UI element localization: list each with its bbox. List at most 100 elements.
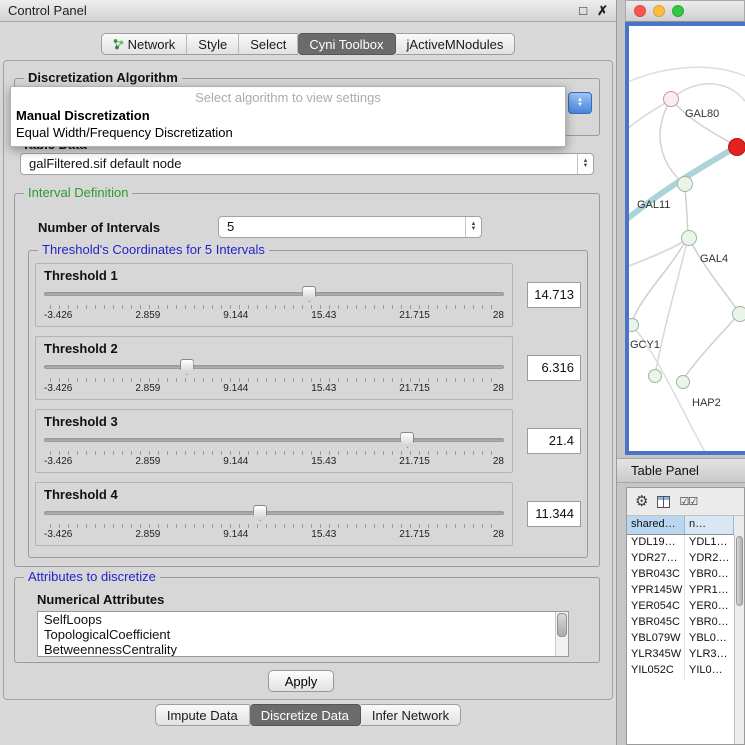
- apply-button[interactable]: Apply: [268, 670, 334, 692]
- table-scrollbar[interactable]: [734, 535, 744, 744]
- network-node[interactable]: [677, 176, 693, 192]
- network-node-label: GAL80: [685, 108, 719, 120]
- attribute-list-item[interactable]: TopologicalCoefficient: [38, 627, 568, 642]
- dropdown-item-manual-discretization[interactable]: Manual Discretization: [11, 107, 565, 124]
- table-panel-header[interactable]: Table Panel: [617, 458, 745, 483]
- slider-scale-label: 15.43: [311, 456, 336, 467]
- column-header-shared[interactable]: shared…: [627, 516, 685, 534]
- column-header-name[interactable]: n…: [685, 516, 734, 534]
- threshold-value-field[interactable]: 6.316: [527, 355, 581, 381]
- dropdown-placeholder: Select algorithm to view settings: [11, 87, 565, 107]
- network-canvas[interactable]: GAL80GAL11GAL4GCY1HAP2: [625, 22, 745, 455]
- network-node[interactable]: [648, 369, 662, 383]
- threshold-label: Threshold 1: [44, 268, 118, 283]
- slider-track[interactable]: [44, 365, 504, 369]
- threshold-slider[interactable]: [44, 504, 504, 522]
- network-node[interactable]: [728, 138, 745, 156]
- control-panel-titlebar[interactable]: Control Panel □ ✗: [0, 0, 616, 22]
- attribute-list-item[interactable]: BetweennessCentrality: [38, 642, 568, 657]
- algorithm-combobox-stepper[interactable]: ▲ ▼: [568, 92, 592, 114]
- zoom-traffic-light-icon[interactable]: [672, 5, 684, 17]
- threshold-label: Threshold 2: [44, 341, 118, 356]
- stepper-down-icon: ▼: [577, 103, 583, 108]
- tab-cyni-toolbox[interactable]: Cyni Toolbox: [298, 33, 395, 55]
- window-title: Control Panel: [8, 3, 569, 18]
- slider-track[interactable]: [44, 438, 504, 442]
- minimize-traffic-light-icon[interactable]: [653, 5, 665, 17]
- close-traffic-light-icon[interactable]: [634, 5, 646, 17]
- network-node-label: HAP2: [692, 397, 721, 409]
- slider-thumb[interactable]: [400, 432, 414, 448]
- table-cell: YLR3…: [685, 647, 734, 663]
- table-cell: YBR0…: [685, 615, 734, 631]
- slider-scale-label: 28: [493, 310, 504, 321]
- table-row[interactable]: YBL079WYBL0…: [627, 631, 734, 647]
- table-row[interactable]: YDR27…YDR2…: [627, 551, 734, 567]
- float-window-icon[interactable]: □: [579, 3, 587, 18]
- table-data-combobox[interactable]: galFiltered.sif default node ▲▼: [20, 153, 594, 175]
- number-of-intervals-label: Number of Intervals: [38, 220, 160, 235]
- threshold-value-field[interactable]: 21.4: [527, 428, 581, 454]
- algorithm-dropdown-popup: Select algorithm to view settings Manual…: [10, 86, 566, 147]
- tab-label: Impute Data: [167, 708, 238, 723]
- tab-infer-network[interactable]: Infer Network: [361, 704, 461, 726]
- slider-scale-label: 2.859: [135, 383, 160, 394]
- table-row[interactable]: YDL19…YDL1…: [627, 535, 734, 551]
- network-node[interactable]: [676, 375, 690, 389]
- network-node-label: GCY1: [630, 339, 660, 351]
- list-scrollbar[interactable]: [555, 612, 568, 656]
- attributes-group: Attributes to discretize Numerical Attri…: [14, 577, 600, 663]
- slider-track[interactable]: [44, 292, 504, 296]
- threshold-slider[interactable]: [44, 285, 504, 303]
- tab-label: Cyni Toolbox: [309, 37, 383, 52]
- slider-scale-label: -3.426: [44, 310, 72, 321]
- tab-discretize-data[interactable]: Discretize Data: [250, 704, 361, 726]
- threshold-panel: Threshold 1 -3.4262.8599.14415.4321.7152…: [35, 263, 513, 327]
- table-row[interactable]: YBR043CYBR0…: [627, 567, 734, 583]
- combobox-stepper-icon[interactable]: ▲▼: [577, 154, 593, 174]
- number-of-intervals-combobox[interactable]: 5 ▲▼: [218, 216, 482, 238]
- threshold-value-field[interactable]: 11.344: [527, 501, 581, 527]
- network-node[interactable]: [625, 318, 639, 332]
- close-window-icon[interactable]: ✗: [597, 3, 608, 19]
- slider-thumb[interactable]: [180, 359, 194, 375]
- tab-impute-data[interactable]: Impute Data: [155, 704, 250, 726]
- slider-track[interactable]: [44, 511, 504, 515]
- threshold-row: Threshold 3 -3.4262.8599.14415.4321.7152…: [35, 409, 581, 473]
- table-cell: YDR2…: [685, 551, 734, 567]
- slider-tick-marks: [50, 305, 498, 309]
- threshold-row: Threshold 4 -3.4262.8599.14415.4321.7152…: [35, 482, 581, 546]
- threshold-slider[interactable]: [44, 431, 504, 449]
- network-node[interactable]: [732, 306, 745, 322]
- tab-select[interactable]: Select: [239, 33, 298, 55]
- attribute-list-item[interactable]: SelfLoops: [38, 612, 568, 627]
- threshold-slider[interactable]: [44, 358, 504, 376]
- network-node[interactable]: [663, 91, 679, 107]
- table-row[interactable]: YER054CYER0…: [627, 599, 734, 615]
- numerical-attributes-list[interactable]: SelfLoopsTopologicalCoefficientBetweenne…: [37, 611, 569, 657]
- slider-scale-label: 9.144: [223, 456, 248, 467]
- table-row[interactable]: YIL052CYIL0…: [627, 663, 734, 679]
- scrollbar-thumb[interactable]: [736, 536, 743, 606]
- slider-thumb[interactable]: [253, 505, 267, 521]
- dropdown-item-equal-width-frequency[interactable]: Equal Width/Frequency Discretization: [11, 124, 565, 141]
- group-title: Interval Definition: [24, 185, 132, 200]
- select-checkboxes-icon[interactable]: ☑☑: [679, 495, 697, 508]
- slider-scale: -3.4262.8599.14415.4321.71528: [44, 456, 504, 467]
- column-selector-icon[interactable]: [657, 496, 670, 508]
- settings-gear-icon[interactable]: ⚙: [635, 494, 648, 509]
- table-row[interactable]: YLR345WYLR3…: [627, 647, 734, 663]
- table-row[interactable]: YPR145WYPR1…: [627, 583, 734, 599]
- tab-label: Style: [198, 37, 227, 52]
- slider-scale-label: 15.43: [311, 529, 336, 540]
- network-node[interactable]: [681, 230, 697, 246]
- tab-style[interactable]: Style: [187, 33, 239, 55]
- network-window-titlebar[interactable]: [625, 0, 745, 22]
- tab-jactivemnodules[interactable]: jActiveMNodules: [396, 33, 516, 55]
- slider-thumb[interactable]: [302, 286, 316, 302]
- combobox-stepper-icon[interactable]: ▲▼: [465, 217, 481, 237]
- table-row[interactable]: YBR045CYBR0…: [627, 615, 734, 631]
- threshold-value-field[interactable]: 14.713: [527, 282, 581, 308]
- scrollbar-thumb[interactable]: [557, 613, 567, 637]
- tab-network[interactable]: Network: [101, 33, 188, 55]
